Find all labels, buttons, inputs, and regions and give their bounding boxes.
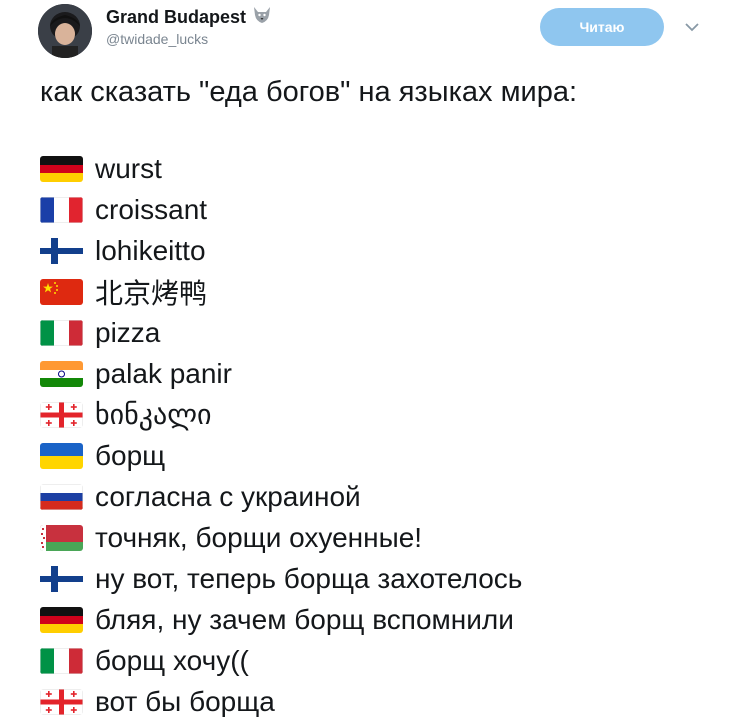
wolf-icon bbox=[252, 6, 272, 29]
georgia-flag bbox=[40, 401, 83, 428]
line-text: согласна с украиной bbox=[95, 480, 361, 512]
finland-flag bbox=[40, 237, 83, 264]
tweet-line: точняк, борщи охуенные! bbox=[40, 517, 522, 558]
user-handle[interactable]: @twidade_lucks bbox=[106, 31, 208, 47]
line-text: ხინკალი bbox=[95, 399, 212, 430]
display-name[interactable]: Grand Budapest bbox=[106, 6, 272, 29]
china-flag bbox=[40, 278, 83, 305]
line-text: wurst bbox=[95, 152, 162, 184]
germany-flag bbox=[40, 155, 83, 182]
line-text: palak panir bbox=[95, 357, 232, 389]
display-name-text: Grand Budapest bbox=[106, 7, 247, 27]
tweet-line: ну вот, теперь борща захотелось bbox=[40, 558, 522, 599]
tweet-line: согласна с украиной bbox=[40, 476, 522, 517]
russia-flag bbox=[40, 483, 83, 510]
tweet-line: вот бы борща bbox=[40, 681, 522, 722]
tweet-line: croissant bbox=[40, 189, 522, 230]
line-text: pizza bbox=[95, 316, 161, 348]
tweet-line: ხინკალი bbox=[40, 394, 522, 435]
line-text: борщ хочу(( bbox=[95, 644, 249, 676]
tweet-line: wurst bbox=[40, 148, 522, 189]
tweet-line: бляя, ну зачем борщ вспомнили bbox=[40, 599, 522, 640]
line-text: точняк, борщи охуенные! bbox=[95, 521, 423, 553]
finland-flag bbox=[40, 565, 83, 592]
germany-flag bbox=[40, 606, 83, 633]
india-flag bbox=[40, 360, 83, 387]
tweet-line: lohikeitto bbox=[40, 230, 522, 271]
avatar[interactable] bbox=[38, 4, 92, 58]
belarus-flag bbox=[40, 524, 83, 551]
tweet-line: pizza bbox=[40, 312, 522, 353]
tweet-header: Grand Budapest @twidade_lucks Читаю bbox=[0, 0, 739, 70]
france-flag bbox=[40, 196, 83, 223]
line-text: вот бы борща bbox=[95, 685, 275, 717]
line-text: 北京烤鸭 bbox=[95, 277, 208, 309]
tweet-text: как сказать "еда богов" на языках мира: bbox=[40, 76, 578, 108]
following-button[interactable]: Читаю bbox=[540, 8, 664, 46]
italy-flag bbox=[40, 647, 83, 674]
ukraine-flag bbox=[40, 442, 83, 469]
tweet-line: palak panir bbox=[40, 353, 522, 394]
tweet-line: 北京烤鸭 bbox=[40, 271, 522, 312]
line-text: борщ bbox=[95, 439, 166, 471]
chevron-down-icon[interactable] bbox=[684, 20, 700, 32]
line-text: ну вот, теперь борща захотелось bbox=[95, 562, 523, 594]
tweet-line: борщ хочу(( bbox=[40, 640, 522, 681]
line-text: croissant bbox=[95, 193, 208, 225]
italy-flag bbox=[40, 319, 83, 346]
georgia-flag bbox=[40, 688, 83, 715]
tweet-line: борщ bbox=[40, 435, 522, 476]
line-text: lohikeitto bbox=[95, 234, 206, 266]
tweet-lines: wurst croissant lohikeitto 北京烤鸭 pizza pa… bbox=[40, 148, 522, 722]
line-text: бляя, ну зачем борщ вспомнили bbox=[95, 603, 514, 635]
